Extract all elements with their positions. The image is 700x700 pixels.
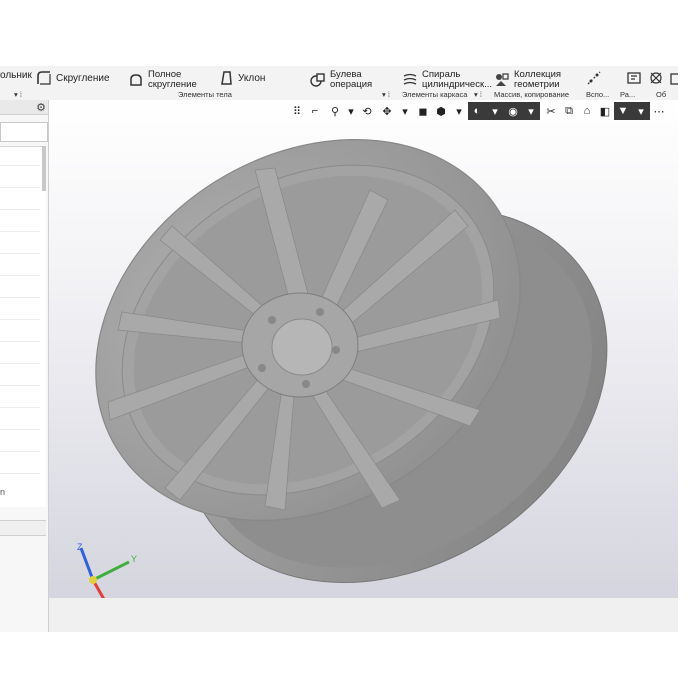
- properties-icon: [650, 72, 662, 84]
- geometry-collection-button[interactable]: Коллекция геометрии: [494, 70, 561, 90]
- ribbon-toolbar: ольник Скругление Полное скругление Укло…: [0, 66, 678, 101]
- stamp-icon: [670, 73, 678, 85]
- measure-icon: [627, 72, 641, 84]
- view-toolbar: ⠿ ⌐ ⚲ ▾ ⟲ ✥ ▾ ◼ ⬢ ▾ ◐ ▾ ◉ ▾ ✂ ⧉ ⌂ ◧ ▼ ▾ …: [288, 102, 678, 122]
- hide-icon[interactable]: ◐: [468, 102, 486, 120]
- full-fillet-label-line2: скругление: [148, 79, 197, 90]
- gear-icon[interactable]: ⚙: [36, 101, 46, 114]
- wheel-model[interactable]: [49, 100, 678, 598]
- boolean-label-line2: операция: [330, 79, 373, 90]
- shading-icon[interactable]: ⬢: [432, 102, 450, 120]
- draft-icon: [221, 71, 232, 85]
- visibility-icon[interactable]: ◉: [504, 102, 522, 120]
- properties-button[interactable]: [648, 70, 664, 86]
- geometry-collection-icon: [496, 73, 509, 86]
- fillet-button[interactable]: Скругление: [36, 70, 110, 86]
- measure-button[interactable]: [626, 70, 642, 86]
- panel-header: ⚙: [0, 100, 48, 115]
- extra-button[interactable]: [668, 70, 678, 86]
- collapse-chevron-icon[interactable]: ▾ ⁞: [14, 90, 22, 99]
- geometry-collection-label-line2: геометрии: [514, 79, 560, 90]
- draft-label: Уклон: [238, 72, 266, 84]
- tree-scrollbar[interactable]: [42, 146, 46, 191]
- ribbon-group-captions: ▾ ⁞ Элементы тела ▾ ⁞ Элементы каркаса ▾…: [0, 90, 678, 100]
- draft-button[interactable]: Уклон: [218, 70, 265, 86]
- tree-partial-text: n: [0, 487, 6, 497]
- view-cube-icon[interactable]: ◼: [414, 102, 432, 120]
- auxiliary-line-icon: [587, 71, 601, 85]
- group-label-auxiliary: Вспо...: [586, 90, 610, 99]
- panel-status-bar: [0, 520, 46, 536]
- collapse-chevron-icon[interactable]: ▾ ⁞: [382, 90, 390, 99]
- group-label-body-elements: Элементы тела: [178, 90, 232, 99]
- auxiliary-line-button[interactable]: [586, 70, 602, 86]
- y-axis: [92, 560, 130, 582]
- rectangle-tool-label: ольник: [0, 70, 32, 81]
- group-label-array-copy: Массив, копирование: [494, 90, 570, 99]
- application-window: ольник Скругление Полное скругление Укло…: [0, 66, 678, 632]
- tree-filter-field[interactable]: [0, 122, 48, 142]
- group-label-frame-elements: Элементы каркаса: [402, 90, 468, 99]
- pan-icon[interactable]: ✥: [378, 102, 396, 120]
- axis-triad: Z Y X: [77, 542, 137, 598]
- full-fillet-icon: [130, 74, 142, 86]
- full-fillet-button[interactable]: Полное скругление: [128, 70, 197, 90]
- spiral-label-line2: цилиндрическ...: [422, 79, 493, 90]
- z-axis: [79, 547, 95, 581]
- fillet-label: Скругление: [56, 72, 110, 84]
- spiral-icon: [403, 73, 417, 85]
- orientation-icon[interactable]: ⌐: [306, 102, 324, 120]
- camera-icon[interactable]: ⌂: [578, 102, 596, 120]
- fillet-icon: [37, 71, 51, 85]
- chevron-down-icon[interactable]: ▾: [522, 102, 540, 120]
- copy-view-icon[interactable]: ⧉: [560, 102, 578, 120]
- filter-icon[interactable]: ▼: [614, 102, 632, 120]
- boolean-button[interactable]: Булева операция: [310, 70, 372, 90]
- group-label-ra: Ра...: [620, 90, 636, 99]
- chevron-down-icon[interactable]: ▾: [632, 102, 650, 120]
- chevron-down-icon[interactable]: ▾: [486, 102, 504, 120]
- model-tree-panel: ⚙ n: [0, 100, 49, 632]
- render-icon[interactable]: ◧: [596, 102, 614, 120]
- spiral-button[interactable]: Спираль цилиндрическ...: [402, 70, 492, 90]
- section-icon[interactable]: ✂: [542, 102, 560, 120]
- y-axis-label: Y: [131, 554, 137, 564]
- z-axis-label: Z: [77, 542, 83, 552]
- more-icon[interactable]: ⋯: [650, 102, 668, 120]
- 3d-viewport[interactable]: Z Y X: [49, 100, 678, 598]
- model-tree-list[interactable]: n: [0, 146, 46, 507]
- rotate-icon[interactable]: ⟲: [358, 102, 376, 120]
- boolean-icon: [310, 73, 325, 87]
- chevron-down-icon[interactable]: ▾: [396, 102, 414, 120]
- collapse-chevron-icon[interactable]: ▾ ⁞: [474, 90, 482, 99]
- rectangle-tool-button[interactable]: ольник: [0, 70, 32, 81]
- group-label-ob: Об: [656, 90, 667, 99]
- chevron-down-icon[interactable]: ▾: [450, 102, 468, 120]
- grid-icon[interactable]: ⠿: [288, 102, 306, 120]
